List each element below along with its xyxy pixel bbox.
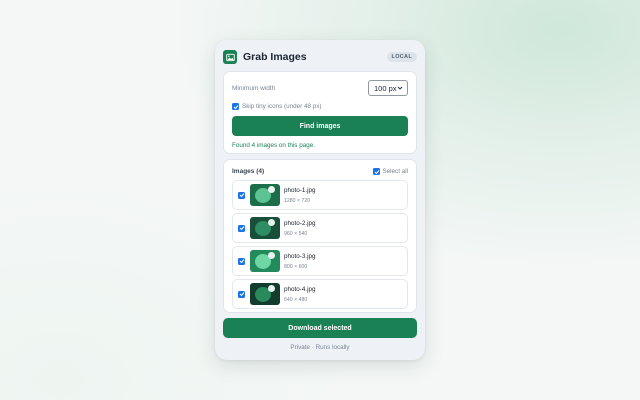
images-header: Images (4) Select all [232,166,408,177]
image-filename: photo-1.jpg [284,186,316,194]
select-all-checkbox[interactable] [373,168,381,175]
status-message: Found 4 images on this page. [232,142,315,149]
check-icon [239,193,244,198]
image-thumbnail [250,283,280,305]
select-all-toggle[interactable]: Select all [373,168,408,175]
skip-icons-row[interactable]: Skip tiny icons (under 48 px) [232,102,408,111]
check-icon [374,169,380,174]
image-filename: photo-2.jpg [284,219,316,227]
skip-icons-checkbox[interactable] [232,103,239,110]
images-card: Images (4) Select all photo-1.jpg 1280 ×… [223,159,417,313]
app-title: Grab Images [243,51,307,63]
min-width-value: 100 px [374,83,397,93]
check-icon [239,226,244,231]
image-thumbnail [250,184,280,206]
image-filename: photo-4.jpg [284,285,316,293]
images-count-title: Images (4) [232,168,265,175]
image-icon [223,50,237,64]
image-thumbnail [250,217,280,239]
image-checkbox[interactable] [238,290,245,298]
image-checkbox[interactable] [238,257,245,265]
image-thumbnail [250,250,280,272]
image-dimensions: 1280 × 720 [284,197,311,204]
footer-note: Private · Runs locally [290,344,350,351]
extension-popup: Grab Images LOCAL Minimum width 100 px S… [215,40,425,360]
image-dimensions: 960 × 540 [284,230,308,237]
min-width-row: Minimum width 100 px [232,79,408,97]
image-list-item[interactable]: photo-4.jpg 640 × 480 [232,279,408,309]
check-icon [233,104,238,109]
check-icon [239,292,244,297]
settings-card: Minimum width 100 px Skip tiny icons (un… [223,71,417,154]
image-checkbox[interactable] [238,224,245,232]
local-badge: LOCAL [386,52,417,62]
skip-icons-label: Skip tiny icons (under 48 px) [242,103,322,110]
image-list-item[interactable]: photo-2.jpg 960 × 540 [232,213,408,243]
min-width-select[interactable]: 100 px [368,80,408,96]
download-selected-button[interactable]: Download selected [223,318,417,338]
image-dimensions: 640 × 480 [284,296,308,303]
min-width-label: Minimum width [232,84,276,92]
image-list-item[interactable]: photo-3.jpg 800 × 600 [232,246,408,276]
image-filename: photo-3.jpg [284,252,316,260]
check-icon [239,259,244,264]
chevron-down-icon [397,86,403,90]
popup-header: Grab Images LOCAL [223,48,417,66]
select-all-label: Select all [382,168,408,175]
find-images-button[interactable]: Find images [232,116,408,136]
image-list-item[interactable]: photo-1.jpg 1280 × 720 [232,180,408,210]
image-checkbox[interactable] [238,191,245,199]
image-dimensions: 800 × 600 [284,263,308,270]
